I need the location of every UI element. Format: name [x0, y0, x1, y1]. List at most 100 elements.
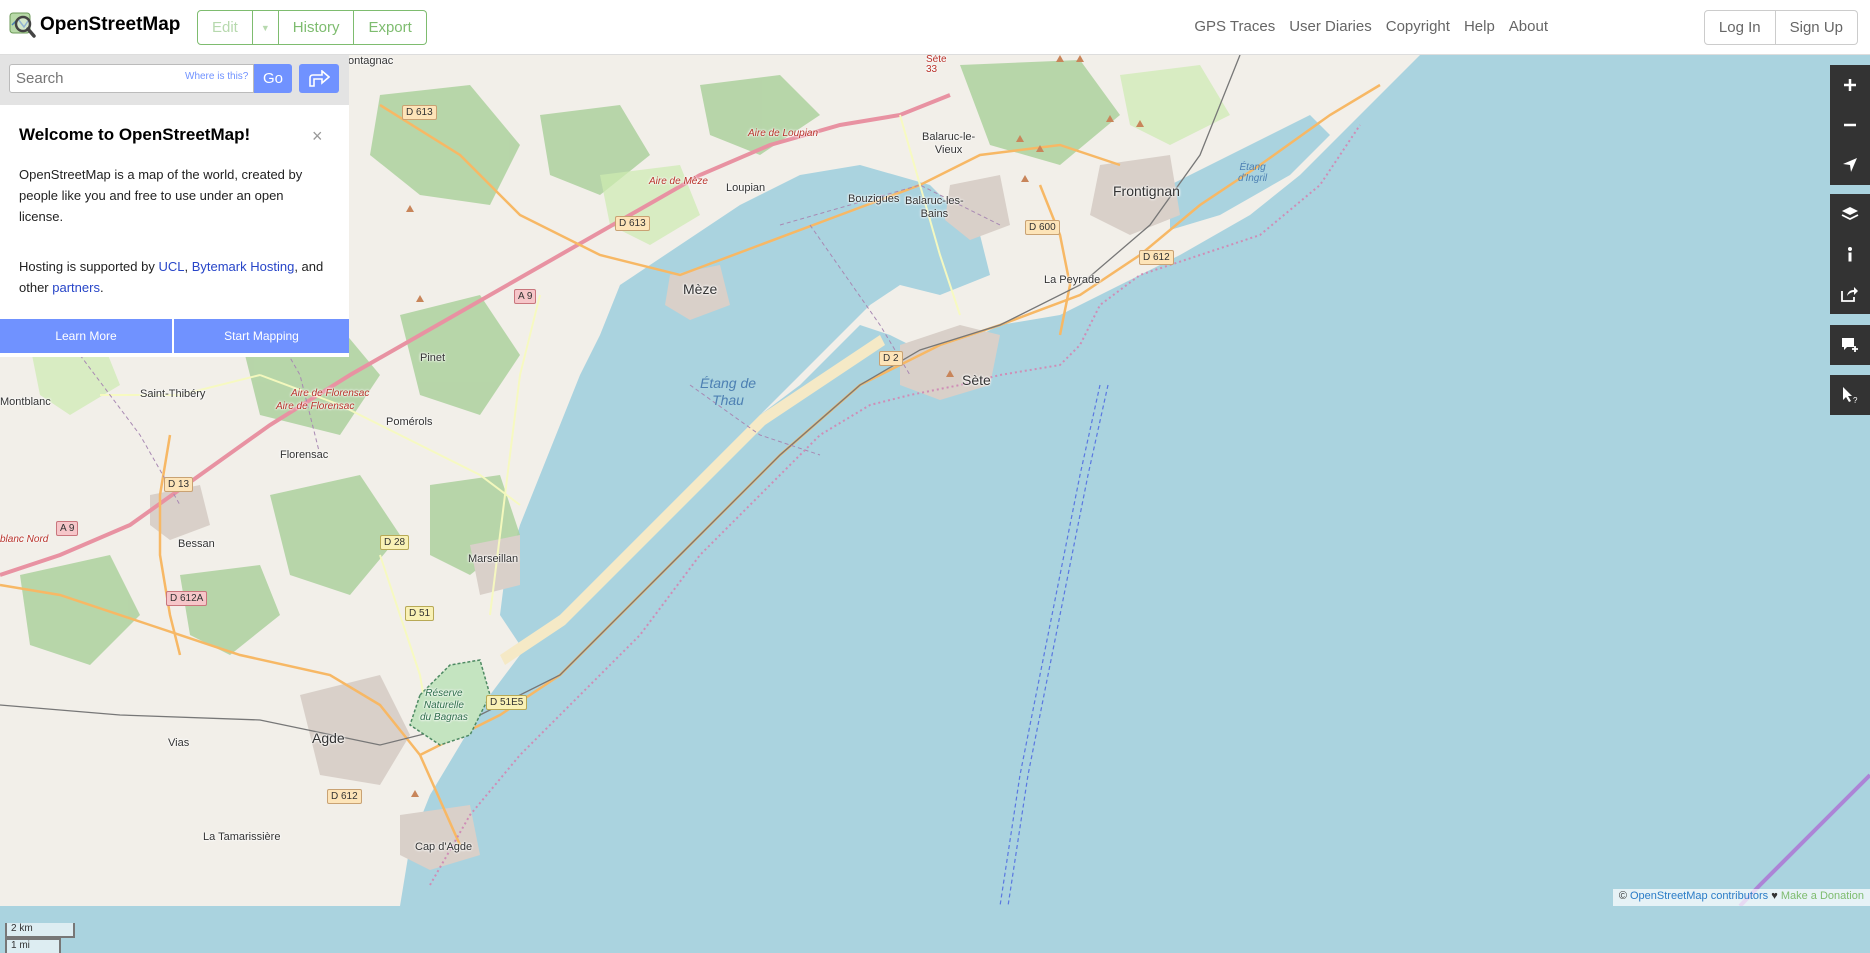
chevron-down-icon: ▼: [260, 22, 270, 33]
rest-area-florensac-2: Aire de Florensac: [276, 401, 355, 412]
place-agde[interactable]: Agde: [312, 730, 345, 746]
welcome-panel: Welcome to OpenStreetMap! × OpenStreetMa…: [0, 105, 349, 357]
rest-area-loupian: Aire de Loupian: [748, 128, 819, 139]
auth-buttons: Log In Sign Up: [1703, 10, 1858, 45]
water-etang-dingril: Étang d'Ingril: [1238, 162, 1268, 184]
comment-plus-icon: [1842, 338, 1858, 352]
heart-icon: ♥: [1768, 890, 1781, 902]
signup-button[interactable]: Sign Up: [1775, 10, 1858, 45]
scale-imperial: 1 mi: [5, 938, 61, 953]
search-bar: Where is this? Go: [0, 55, 349, 105]
road-shield-d612a: D 612A: [166, 591, 208, 606]
place-frontignan[interactable]: Frontignan: [1113, 183, 1180, 199]
period-text: .: [99, 280, 104, 295]
place-saint-thibery[interactable]: Saint-Thibéry: [140, 388, 205, 400]
nav-copyright[interactable]: Copyright: [1386, 18, 1450, 35]
place-cap-dagde[interactable]: Cap d'Agde: [415, 841, 472, 853]
login-button[interactable]: Log In: [1703, 10, 1776, 45]
directions-icon: [309, 69, 330, 87]
place-vias[interactable]: Vias: [168, 737, 189, 749]
bytemark-link[interactable]: Bytemark Hosting: [192, 259, 295, 274]
road-shield-d613: D 613: [402, 105, 437, 120]
export-button[interactable]: Export: [354, 10, 427, 45]
zoom-in-button[interactable]: [1830, 65, 1870, 105]
place-sete[interactable]: Sète: [962, 372, 991, 388]
close-icon[interactable]: ×: [312, 127, 323, 145]
nav-about[interactable]: About: [1509, 18, 1548, 35]
place-la-peyrade[interactable]: La Peyrade: [1044, 274, 1100, 286]
plus-icon: [1844, 79, 1856, 91]
nav-gps-traces[interactable]: GPS Traces: [1194, 18, 1275, 35]
attribution-copy: ©: [1618, 890, 1630, 902]
history-button[interactable]: History: [278, 10, 355, 45]
zoom-controls: [1830, 65, 1870, 185]
layers-button[interactable]: [1830, 194, 1870, 234]
cursor-question-icon: ?: [1843, 387, 1858, 404]
place-florensac[interactable]: Florensac: [280, 449, 328, 461]
place-la-tamarissiere[interactable]: La Tamarissière: [203, 831, 280, 843]
donate-link[interactable]: Make a Donation: [1781, 890, 1864, 902]
note-controls: [1830, 325, 1870, 365]
road-shield-a9: A 9: [514, 289, 537, 304]
road-shield-d613: D 613: [615, 216, 650, 231]
place-montagnac[interactable]: ontagnac: [348, 55, 393, 67]
directions-button[interactable]: [299, 64, 339, 93]
nav-user-diaries[interactable]: User Diaries: [1289, 18, 1372, 35]
road-shield-d28: D 28: [380, 535, 410, 550]
scale-metric: 2 km: [5, 923, 75, 938]
hosting-text: Hosting is supported by: [19, 259, 159, 274]
query-features-button[interactable]: ?: [1830, 375, 1870, 415]
layers-icon: [1841, 207, 1859, 221]
road-shield-d612: D 612: [327, 789, 362, 804]
place-pomerols[interactable]: Pomérols: [386, 416, 432, 428]
road-shield-d600: D 600: [1025, 220, 1060, 235]
place-balaruc-les-bains[interactable]: Balaruc-les- Bains: [905, 195, 964, 221]
place-pinet[interactable]: Pinet: [420, 352, 445, 364]
nav-help[interactable]: Help: [1464, 18, 1495, 35]
place-loupian[interactable]: Loupian: [726, 182, 765, 194]
scale-bar: 2 km 1 mi: [5, 923, 75, 953]
welcome-hosting: Hosting is supported by UCL, Bytemark Ho…: [19, 256, 339, 298]
edit-dropdown-button[interactable]: ▼: [252, 10, 279, 45]
attribution-contributors-link[interactable]: OpenStreetMap contributors: [1630, 890, 1768, 902]
water-etang-de-thau: Étang de Thau: [700, 375, 757, 408]
welcome-intro: OpenStreetMap is a map of the world, cre…: [19, 167, 303, 224]
road-shield-d13: D 13: [164, 477, 194, 492]
rest-area-meze: Aire de Mèze: [649, 176, 708, 187]
road-shield-d51e5: D 51E5: [486, 695, 528, 710]
place-bouzigues[interactable]: Bouzigues: [848, 193, 899, 205]
road-shield-d612: D 612: [1139, 250, 1174, 265]
partners-link[interactable]: partners: [52, 280, 100, 295]
edit-button[interactable]: Edit: [197, 10, 253, 45]
place-marseillan[interactable]: Marseillan: [468, 553, 518, 565]
logo[interactable]: OpenStreetMap: [8, 11, 180, 39]
place-bessan[interactable]: Bessan: [178, 538, 215, 550]
share-button[interactable]: [1830, 274, 1870, 314]
map-key-button[interactable]: [1830, 234, 1870, 274]
rest-area-florensac-1: Aire de Florensac: [291, 388, 370, 399]
place-balaruc-le-vieux[interactable]: Balaruc-le- Vieux: [922, 131, 975, 157]
brand-name: OpenStreetMap: [40, 14, 181, 35]
locate-button[interactable]: [1830, 145, 1870, 185]
header: OpenStreetMap Edit ▼ History Export GPS …: [0, 0, 1870, 55]
learn-more-button[interactable]: Learn More: [0, 319, 174, 353]
welcome-buttons: Learn More Start Mapping: [0, 319, 349, 353]
add-note-button[interactable]: [1830, 325, 1870, 365]
search-go-button[interactable]: Go: [254, 64, 292, 93]
road-shield-d51: D 51: [405, 606, 435, 621]
place-meze[interactable]: Mèze: [683, 281, 717, 297]
start-mapping-button[interactable]: Start Mapping: [174, 319, 349, 353]
where-is-this-link[interactable]: Where is this?: [185, 71, 248, 82]
ucl-link[interactable]: UCL: [158, 259, 184, 274]
secondary-nav: GPS Traces User Diaries Copyright Help A…: [1194, 18, 1548, 35]
location-arrow-icon: [1843, 158, 1857, 172]
attribution: © OpenStreetMap contributors ♥ Make a Do…: [1612, 889, 1870, 906]
zoom-out-button[interactable]: [1830, 105, 1870, 145]
query-controls: ?: [1830, 375, 1870, 415]
road-shield-d2: D 2: [879, 351, 903, 366]
svg-text:?: ?: [1853, 396, 1858, 404]
edit-button-group: Edit ▼ History Export: [197, 10, 427, 45]
road-shield-a9: A 9: [56, 521, 79, 536]
share-icon: [1841, 287, 1858, 302]
place-montblanc[interactable]: Montblanc: [0, 396, 51, 408]
